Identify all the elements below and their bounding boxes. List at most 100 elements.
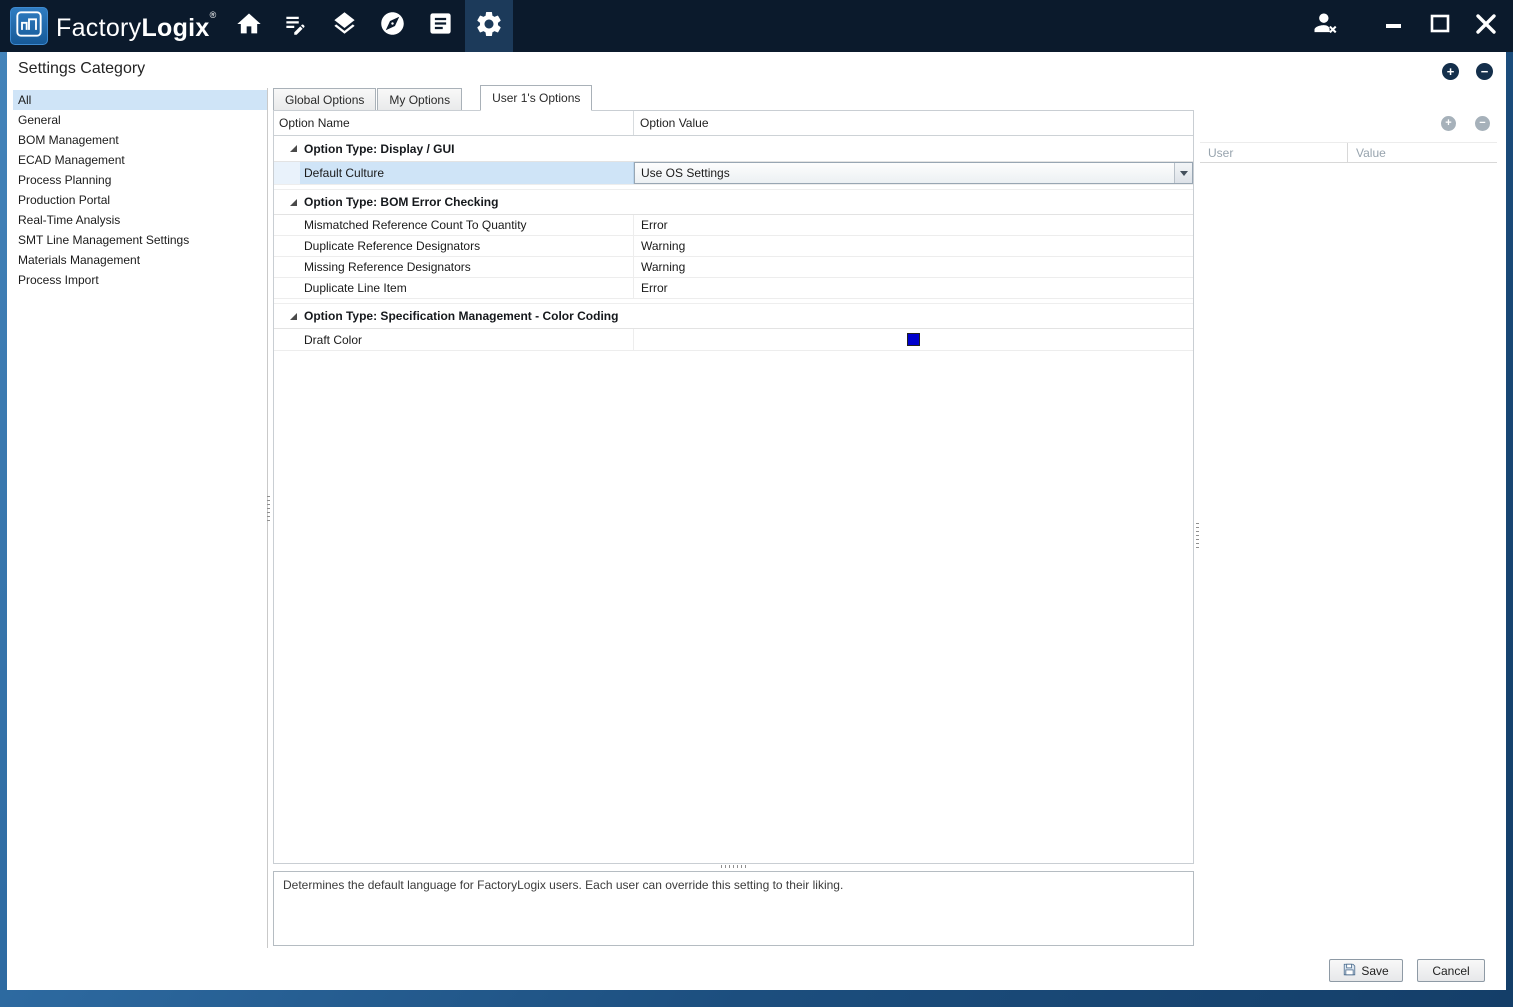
options-grid: Option Name Option Value Option Type: Di…	[273, 110, 1194, 864]
gear-icon	[474, 9, 504, 44]
maximize-icon	[1429, 13, 1451, 40]
chevron-down-icon[interactable]	[1174, 163, 1192, 183]
sidebar-item-all[interactable]: All	[13, 90, 267, 110]
minimize-button[interactable]	[1371, 0, 1417, 52]
group-header-bom-error-checking[interactable]: Option Type: BOM Error Checking	[274, 189, 1193, 215]
save-button[interactable]: Save	[1329, 959, 1403, 982]
settings-category-list: All General BOM Management ECAD Manageme…	[13, 90, 267, 948]
row-gutter	[274, 278, 300, 298]
table-row[interactable]: Default Culture Use OS Settings	[274, 162, 1193, 185]
collapse-triangle-icon[interactable]	[290, 145, 297, 152]
dropdown-selected-value: Use OS Settings	[635, 166, 730, 180]
settings-page: Settings Category + − All General BOM Ma…	[7, 52, 1506, 990]
sidebar-item-real-time-analysis[interactable]: Real-Time Analysis	[13, 210, 267, 230]
column-header-user[interactable]: User	[1200, 143, 1348, 162]
option-value-cell[interactable]: Warning	[634, 236, 1193, 256]
collapse-triangle-icon[interactable]	[290, 313, 297, 320]
page-title: Settings Category	[18, 60, 145, 78]
remove-user-override-button[interactable]: −	[1475, 116, 1490, 131]
process-engineering-button[interactable]	[273, 0, 321, 52]
close-button[interactable]	[1463, 0, 1509, 52]
options-tabs: Global Options My Options User 1's Optio…	[273, 85, 593, 110]
sidebar-item-ecad-management[interactable]: ECAD Management	[13, 150, 267, 170]
sidebar-item-process-planning[interactable]: Process Planning	[13, 170, 267, 190]
minimize-icon	[1383, 13, 1405, 40]
row-gutter	[274, 329, 300, 350]
tab-user1-options[interactable]: User 1's Options	[480, 85, 592, 111]
tab-my-options[interactable]: My Options	[377, 88, 462, 110]
user-logout-icon	[1311, 10, 1339, 43]
edit-document-icon	[283, 10, 310, 42]
option-value-cell	[634, 329, 1193, 350]
option-name-cell[interactable]: Mismatched Reference Count To Quantity	[300, 215, 634, 235]
production-button[interactable]	[369, 0, 417, 52]
option-value-cell[interactable]: Error	[634, 215, 1193, 235]
table-row[interactable]: Missing Reference Designators Warning	[274, 257, 1193, 278]
app-logo	[10, 7, 48, 45]
main-nav	[225, 0, 513, 52]
close-icon	[1474, 12, 1498, 41]
panel-splitter[interactable]	[1196, 522, 1199, 548]
table-row[interactable]: Duplicate Line Item Error	[274, 278, 1193, 299]
maximize-button[interactable]	[1417, 0, 1463, 52]
save-button-label: Save	[1361, 964, 1388, 978]
table-row[interactable]: Mismatched Reference Count To Quantity E…	[274, 215, 1193, 236]
group-header-display-gui[interactable]: Option Type: Display / GUI	[274, 136, 1193, 162]
grid-header: Option Name Option Value	[274, 111, 1193, 136]
add-category-button[interactable]: +	[1442, 63, 1459, 80]
column-header-value[interactable]: Value	[1348, 143, 1497, 162]
table-row[interactable]: Duplicate Reference Designators Warning	[274, 236, 1193, 257]
column-header-option-value[interactable]: Option Value	[634, 111, 1193, 135]
compass-icon	[379, 10, 406, 42]
sidebar-item-production-portal[interactable]: Production Portal	[13, 190, 267, 210]
group-title: Option Type: Specification Management - …	[304, 309, 618, 323]
grid-splitter[interactable]	[721, 865, 749, 868]
layers-icon	[331, 10, 358, 42]
remove-category-button[interactable]: −	[1476, 63, 1493, 80]
option-name-cell[interactable]: Duplicate Line Item	[300, 278, 634, 298]
group-header-spec-color-coding[interactable]: Option Type: Specification Management - …	[274, 303, 1193, 329]
home-icon	[235, 10, 263, 43]
app-title: FactoryLogix®	[56, 10, 217, 43]
table-row[interactable]: Draft Color	[274, 329, 1193, 351]
row-gutter	[274, 162, 300, 184]
sidebar-item-general[interactable]: General	[13, 110, 267, 130]
row-gutter	[274, 215, 300, 235]
settings-button[interactable]	[465, 0, 513, 52]
sidebar-item-materials-management[interactable]: Materials Management	[13, 250, 267, 270]
sidebar-item-process-import[interactable]: Process Import	[13, 270, 267, 290]
option-name-cell[interactable]: Missing Reference Designators	[300, 257, 634, 277]
draft-color-swatch[interactable]	[907, 333, 920, 346]
home-button[interactable]	[225, 0, 273, 52]
user-overrides-header: User Value	[1200, 142, 1497, 163]
add-user-override-button[interactable]: +	[1441, 116, 1456, 131]
row-gutter	[274, 257, 300, 277]
option-value-cell[interactable]: Warning	[634, 257, 1193, 277]
window-controls	[1301, 0, 1513, 52]
collapse-triangle-icon[interactable]	[290, 199, 297, 206]
tab-global-options[interactable]: Global Options	[273, 88, 376, 110]
sidebar-splitter[interactable]	[267, 495, 270, 521]
cancel-button-label: Cancel	[1432, 964, 1469, 978]
option-description: Determines the default language for Fact…	[273, 871, 1194, 946]
titlebar: FactoryLogix®	[0, 0, 1513, 52]
group-title: Option Type: Display / GUI	[304, 142, 454, 156]
cancel-button[interactable]: Cancel	[1417, 959, 1485, 982]
option-value-cell[interactable]: Error	[634, 278, 1193, 298]
row-gutter	[274, 236, 300, 256]
group-title: Option Type: BOM Error Checking	[304, 195, 498, 209]
factory-logo-icon	[15, 10, 43, 43]
default-culture-dropdown[interactable]: Use OS Settings	[634, 162, 1193, 184]
newspaper-icon	[427, 10, 454, 42]
reports-button[interactable]	[417, 0, 465, 52]
option-value-cell: Use OS Settings	[634, 162, 1193, 184]
sidebar-item-bom-management[interactable]: BOM Management	[13, 130, 267, 150]
sidebar-item-smt-line-management-settings[interactable]: SMT Line Management Settings	[13, 230, 267, 250]
option-name-cell[interactable]: Duplicate Reference Designators	[300, 236, 634, 256]
materials-button[interactable]	[321, 0, 369, 52]
option-name-cell[interactable]: Default Culture	[300, 162, 634, 184]
option-name-cell[interactable]: Draft Color	[300, 329, 634, 350]
logout-user-button[interactable]	[1301, 0, 1349, 52]
save-floppy-icon	[1343, 963, 1356, 979]
column-header-option-name[interactable]: Option Name	[274, 111, 634, 135]
